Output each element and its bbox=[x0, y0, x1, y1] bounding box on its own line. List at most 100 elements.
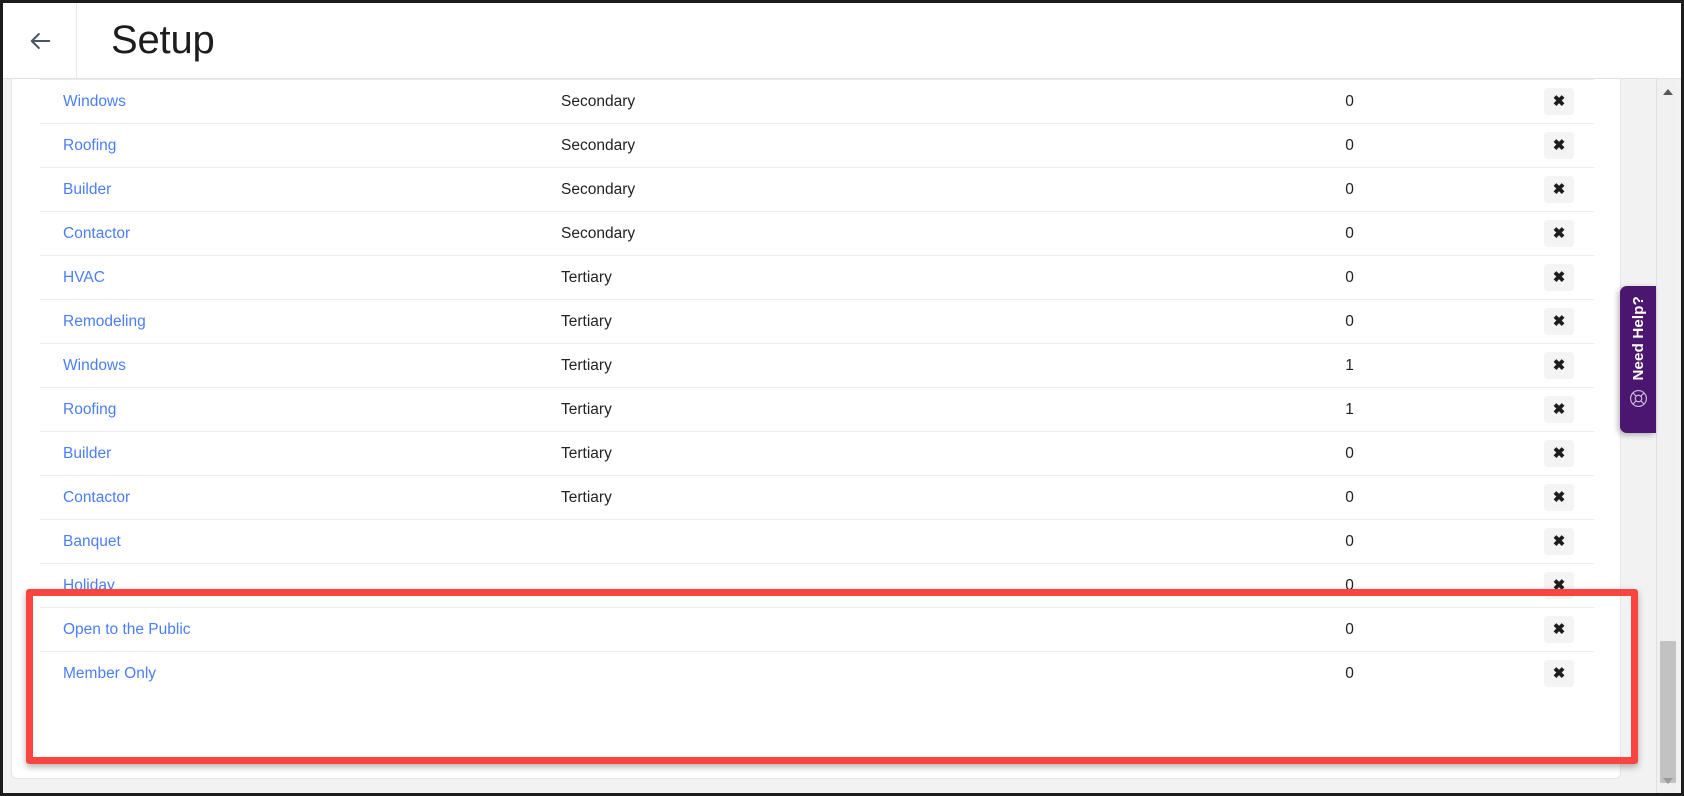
cell-actions: ✖ bbox=[1463, 256, 1594, 300]
cell-actions: ✖ bbox=[1463, 432, 1594, 476]
table-row: RoofingTertiary1✖ bbox=[40, 388, 1594, 432]
arrow-left-icon bbox=[26, 27, 54, 55]
row-name-link[interactable]: Roofing bbox=[63, 137, 116, 154]
close-icon: ✖ bbox=[1553, 138, 1566, 153]
cell-count: 0 bbox=[1212, 124, 1462, 168]
cell-name: Open to the Public bbox=[40, 608, 561, 652]
row-count-text: 0 bbox=[1345, 313, 1354, 330]
close-icon: ✖ bbox=[1553, 314, 1566, 329]
delete-row-button[interactable]: ✖ bbox=[1544, 616, 1574, 643]
cell-type bbox=[561, 520, 1212, 564]
cell-count: 0 bbox=[1212, 168, 1462, 212]
row-count-text: 0 bbox=[1345, 621, 1354, 638]
cell-name: Remodeling bbox=[40, 300, 561, 344]
row-name-link[interactable]: Open to the Public bbox=[63, 621, 191, 638]
close-icon: ✖ bbox=[1553, 358, 1566, 373]
delete-row-button[interactable]: ✖ bbox=[1544, 528, 1574, 555]
delete-row-button[interactable]: ✖ bbox=[1544, 660, 1574, 687]
cell-type: Secondary bbox=[561, 124, 1212, 168]
row-count-text: 0 bbox=[1345, 93, 1354, 110]
delete-row-button[interactable]: ✖ bbox=[1544, 352, 1574, 379]
row-name-link[interactable]: Holiday bbox=[63, 577, 115, 594]
cell-count: 0 bbox=[1212, 432, 1462, 476]
row-name-link[interactable]: Contactor bbox=[63, 225, 130, 242]
row-count-text: 0 bbox=[1345, 489, 1354, 506]
row-name-link[interactable]: Remodeling bbox=[63, 313, 146, 330]
cell-count: 0 bbox=[1212, 608, 1462, 652]
close-icon: ✖ bbox=[1553, 490, 1566, 505]
cell-count: 0 bbox=[1212, 212, 1462, 256]
table-row: WindowsSecondary0✖ bbox=[40, 80, 1594, 124]
cell-type: Tertiary bbox=[561, 476, 1212, 520]
scrollbar-thumb[interactable] bbox=[1660, 641, 1676, 783]
delete-row-button[interactable]: ✖ bbox=[1544, 176, 1574, 203]
row-name-link[interactable]: Contactor bbox=[63, 489, 130, 506]
delete-row-button[interactable]: ✖ bbox=[1544, 308, 1574, 335]
scroll-up-button[interactable] bbox=[1657, 81, 1679, 103]
close-icon: ✖ bbox=[1553, 94, 1566, 109]
cell-actions: ✖ bbox=[1463, 168, 1594, 212]
delete-row-button[interactable]: ✖ bbox=[1544, 572, 1574, 599]
setup-table: WindowsSecondary0✖RoofingSecondary0✖Buil… bbox=[40, 79, 1594, 696]
cell-actions: ✖ bbox=[1463, 124, 1594, 168]
need-help-tab[interactable]: Need Help? bbox=[1620, 286, 1656, 433]
close-icon: ✖ bbox=[1553, 534, 1566, 549]
row-count-text: 0 bbox=[1345, 225, 1354, 242]
table-row: Open to the Public 0 ✖ bbox=[40, 608, 1594, 652]
row-name-link[interactable]: Roofing bbox=[63, 401, 116, 418]
delete-row-button[interactable]: ✖ bbox=[1544, 220, 1574, 247]
caret-up-icon bbox=[1663, 89, 1673, 95]
page-body: WindowsSecondary0✖RoofingSecondary0✖Buil… bbox=[3, 79, 1684, 796]
row-count-text: 0 bbox=[1345, 665, 1354, 682]
delete-row-button[interactable]: ✖ bbox=[1544, 132, 1574, 159]
cell-type bbox=[561, 564, 1212, 608]
cell-count: 1 bbox=[1212, 344, 1462, 388]
scroll-down-button[interactable] bbox=[1657, 770, 1679, 792]
row-count-text: 0 bbox=[1345, 137, 1354, 154]
cell-actions: ✖ bbox=[1463, 80, 1594, 124]
vertical-scrollbar[interactable] bbox=[1656, 79, 1678, 796]
row-name-link[interactable]: Member Only bbox=[63, 665, 156, 682]
close-icon: ✖ bbox=[1553, 270, 1566, 285]
cell-actions: ✖ bbox=[1463, 344, 1594, 388]
cell-actions: ✖ bbox=[1463, 608, 1594, 652]
delete-row-button[interactable]: ✖ bbox=[1544, 484, 1574, 511]
table-row: Contactor Tertiary 0 ✖ bbox=[40, 476, 1594, 520]
close-icon: ✖ bbox=[1553, 226, 1566, 241]
cell-count: 0 bbox=[1212, 564, 1462, 608]
row-name-link[interactable]: Windows bbox=[63, 357, 126, 374]
row-type-text: Secondary bbox=[561, 181, 635, 198]
row-name-link[interactable]: HVAC bbox=[63, 269, 105, 286]
delete-row-button[interactable]: ✖ bbox=[1544, 264, 1574, 291]
cell-type: Secondary bbox=[561, 212, 1212, 256]
row-name-link[interactable]: Banquet bbox=[63, 533, 121, 550]
cell-name: Windows bbox=[40, 80, 561, 124]
close-icon: ✖ bbox=[1553, 446, 1566, 461]
table-row: RemodelingTertiary0✖ bbox=[40, 300, 1594, 344]
table-row: Roofing Secondary 0 ✖ bbox=[40, 124, 1594, 168]
table-row: Member Only 0 ✖ bbox=[40, 652, 1594, 696]
close-icon: ✖ bbox=[1553, 182, 1566, 197]
cell-type: Tertiary bbox=[561, 256, 1212, 300]
caret-down-icon bbox=[1663, 778, 1673, 784]
row-name-link[interactable]: Windows bbox=[63, 93, 126, 110]
back-button[interactable] bbox=[3, 3, 77, 78]
left-gutter bbox=[3, 79, 11, 796]
row-name-link[interactable]: Builder bbox=[63, 445, 111, 462]
table-body: WindowsSecondary0✖RoofingSecondary0✖Buil… bbox=[40, 80, 1594, 696]
table-row: Banquet0✖ bbox=[40, 520, 1594, 564]
cell-count: 0 bbox=[1212, 80, 1462, 124]
row-type-text: Tertiary bbox=[561, 489, 612, 506]
row-name-link[interactable]: Builder bbox=[63, 181, 111, 198]
table-row: Holiday 0 ✖ bbox=[40, 564, 1594, 608]
delete-row-button[interactable]: ✖ bbox=[1544, 440, 1574, 467]
row-type-text: Secondary bbox=[561, 137, 635, 154]
need-help-label: Need Help? bbox=[1630, 296, 1647, 381]
close-icon: ✖ bbox=[1553, 578, 1566, 593]
delete-row-button[interactable]: ✖ bbox=[1544, 88, 1574, 115]
cell-count: 0 bbox=[1212, 652, 1462, 696]
delete-row-button[interactable]: ✖ bbox=[1544, 396, 1574, 423]
cell-type: Tertiary bbox=[561, 432, 1212, 476]
cell-name: Holiday bbox=[40, 564, 561, 608]
cell-name: HVAC bbox=[40, 256, 561, 300]
